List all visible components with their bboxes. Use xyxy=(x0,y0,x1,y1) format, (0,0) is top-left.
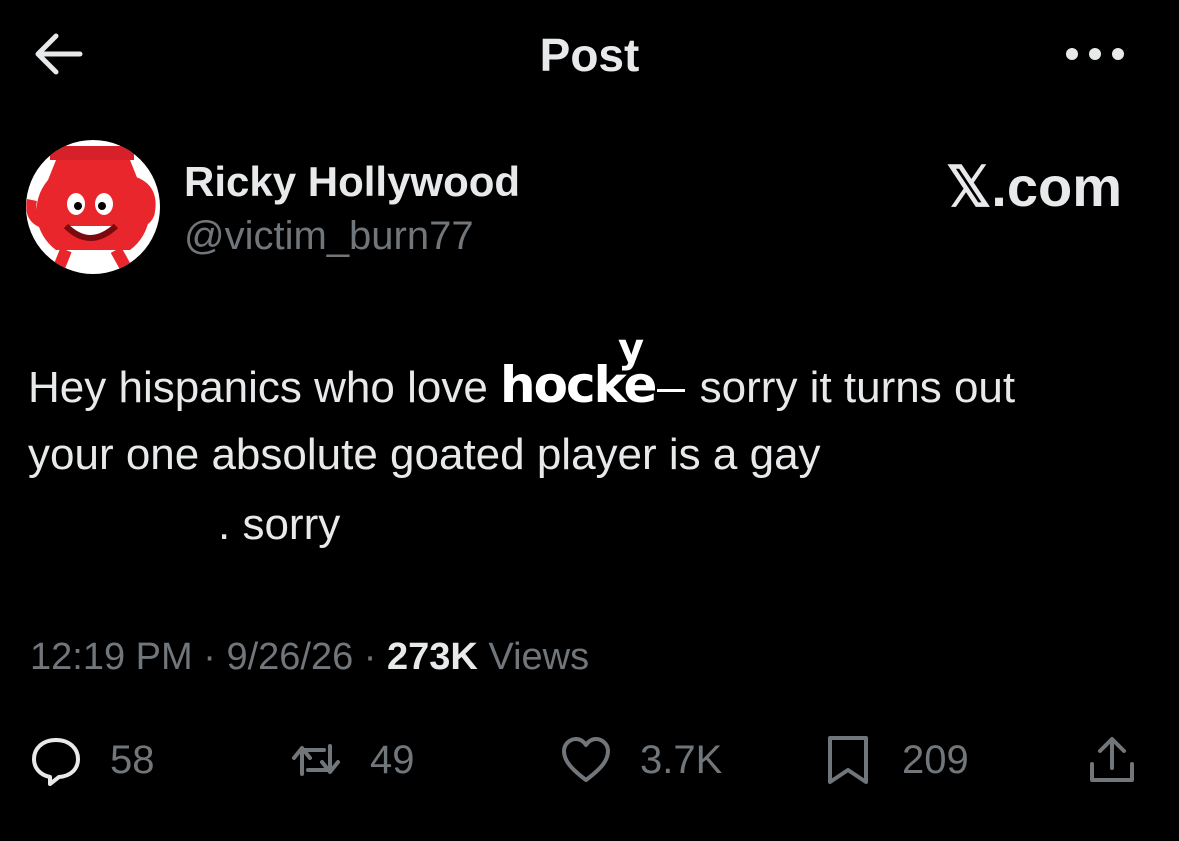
meta-separator: · xyxy=(203,636,216,678)
bookmark-button[interactable]: 209 xyxy=(822,728,969,792)
post-line-1: Hey hispanics who love hocke y sorry it t… xyxy=(28,326,1158,420)
reply-icon xyxy=(32,738,80,786)
redacted-text xyxy=(28,505,218,550)
post-author: Ricky Hollywood @victim_burn77 𝕏.com xyxy=(26,140,1156,280)
post-date: 9/26/26 xyxy=(226,636,354,678)
page-title: Post xyxy=(539,29,640,81)
handwritten-suffix: y xyxy=(618,326,645,372)
like-button[interactable]: 3.7K xyxy=(560,728,722,792)
handwritten-hockey: hocke y xyxy=(500,326,657,414)
author-handle[interactable]: @victim_burn77 xyxy=(184,214,474,259)
post-text: Hey hispanics who love hocke y sorry it t… xyxy=(28,326,1158,560)
post-line-3: . sorry xyxy=(28,490,1158,560)
views-label: Views xyxy=(488,636,590,678)
top-bar: Post xyxy=(0,0,1179,110)
kool-aid-man-avatar-icon xyxy=(26,146,156,273)
post-line-1-suffix: sorry it turns out xyxy=(699,363,1016,412)
author-name[interactable]: Ricky Hollywood xyxy=(184,158,520,206)
action-bar: 58 49 3.7K 209 xyxy=(0,728,1179,798)
post-line-1-prefix: Hey hispanics who love xyxy=(28,363,488,412)
meta-separator: · xyxy=(363,636,377,678)
reply-count: 58 xyxy=(110,737,155,782)
like-icon xyxy=(562,737,610,782)
share-button[interactable] xyxy=(1086,728,1138,792)
post-time: 12:19 PM xyxy=(30,636,193,678)
reply-button[interactable]: 58 xyxy=(30,728,155,792)
more-dots-icon[interactable] xyxy=(1060,40,1130,68)
avatar[interactable] xyxy=(26,140,160,274)
repost-icon xyxy=(292,744,340,776)
post-line-2: your one absolute goated player is a gay xyxy=(28,430,821,479)
bookmark-count: 209 xyxy=(902,737,969,782)
like-count: 3.7K xyxy=(640,737,723,782)
share-icon xyxy=(1090,737,1134,782)
repost-count: 49 xyxy=(370,737,415,782)
post-meta: 12:19 PM · 9/26/26 · 273K Views xyxy=(30,636,589,679)
post-line-3-suffix: . sorry xyxy=(218,500,341,549)
x-com-watermark: 𝕏.com xyxy=(946,155,1122,218)
redaction-mark xyxy=(657,388,686,392)
views-count: 273K xyxy=(387,636,478,678)
repost-button[interactable]: 49 xyxy=(290,728,415,792)
bookmark-icon xyxy=(828,736,868,784)
